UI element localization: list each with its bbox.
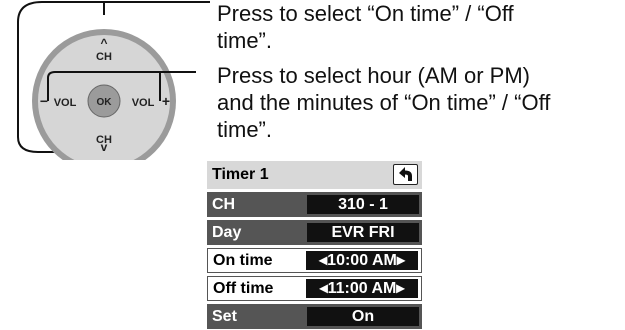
remote-control-pad: ^ v − + CH CH VOL VOL OK <box>0 0 210 173</box>
remote-pad-graphic: ^ v − + CH CH VOL VOL OK <box>17 1 210 173</box>
ch-instruction-line2: time”. <box>217 28 272 53</box>
menu-row-on-time[interactable]: On time ◂10:00 AM▸ <box>207 248 422 273</box>
vol-plus-button[interactable]: VOL <box>132 97 155 109</box>
right-arrow-icon[interactable]: ▸ <box>396 280 404 297</box>
ch-value: 310 - 1 <box>307 195 419 214</box>
back-button[interactable] <box>393 164 418 185</box>
menu-row-label: On time <box>213 252 273 269</box>
vol-minus-sign-icon: − <box>40 93 48 109</box>
menu-row-day[interactable]: Day EVR FRI <box>207 220 422 245</box>
vol-plus-sign-icon: + <box>162 93 170 109</box>
timer-menu-title: Timer 1 <box>212 166 269 183</box>
menu-row-label: Day <box>212 224 242 241</box>
off-time-value: 11:00 AM <box>327 280 397 297</box>
timer-menu: Timer 1 CH 310 - 1 Day EVR FRI On time ◂… <box>207 161 422 330</box>
vol-instruction: Press to select hour (AM or PM) and the … <box>217 62 550 143</box>
vol-instruction-line3: time”. <box>217 117 272 142</box>
menu-row-ch[interactable]: CH 310 - 1 <box>207 192 422 217</box>
ok-label: OK <box>97 97 113 108</box>
on-time-value: 10:00 AM <box>327 252 397 269</box>
left-arrow-icon[interactable]: ◂ <box>320 280 328 297</box>
vol-minus-button[interactable]: VOL <box>54 97 77 109</box>
off-time-selector[interactable]: ◂11:00 AM▸ <box>306 279 418 298</box>
menu-row-set[interactable]: Set On <box>207 304 422 329</box>
menu-row-off-time[interactable]: Off time ◂11:00 AM▸ <box>207 276 422 301</box>
left-arrow-icon[interactable]: ◂ <box>319 252 327 269</box>
return-arrow-icon <box>399 167 412 181</box>
vol-instruction-line2: and the minutes of “On time” / “Off <box>217 90 551 115</box>
timer-menu-header: Timer 1 <box>207 161 422 189</box>
ch-callout-line <box>103 1 210 15</box>
on-time-selector[interactable]: ◂10:00 AM▸ <box>306 251 418 270</box>
set-value: On <box>307 307 419 326</box>
vol-instruction-line1: Press to select hour (AM or PM) <box>217 63 530 88</box>
ch-down-button[interactable]: CH <box>96 134 112 146</box>
ch-instruction: Press to select “On time” / “Off time”. <box>217 0 514 54</box>
menu-row-label: Off time <box>213 280 274 297</box>
menu-row-label: CH <box>212 196 236 213</box>
right-arrow-icon[interactable]: ▸ <box>397 252 405 269</box>
day-value: EVR FRI <box>307 223 419 242</box>
ch-up-button[interactable]: CH <box>96 51 112 63</box>
ch-instruction-line1: Press to select “On time” / “Off <box>217 1 514 26</box>
menu-row-label: Set <box>212 308 237 325</box>
ch-up-chevron-icon: ^ <box>100 36 107 50</box>
